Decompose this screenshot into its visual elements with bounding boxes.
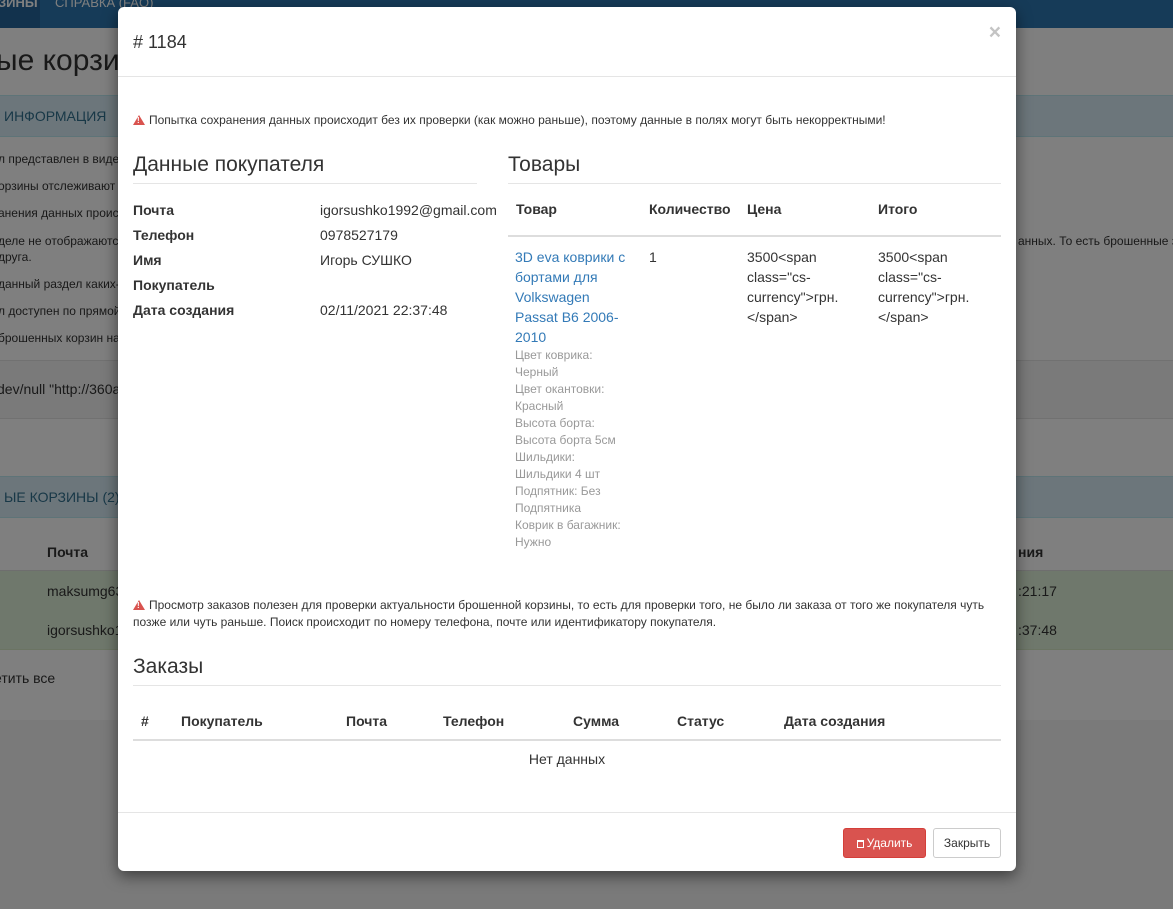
field-label: Покупатель <box>133 277 215 293</box>
option-line: Шильдики: <box>515 450 575 464</box>
goods-section-title: Товары <box>508 153 1001 184</box>
trash-icon <box>856 840 864 848</box>
buyer-email-value: igorsushko1992@gmail.com <box>320 202 497 218</box>
option-line: Подпятника <box>515 501 582 515</box>
column-header-quantity: Количество <box>649 201 731 217</box>
modal-footer: Удалить Закрыть <box>118 812 1016 872</box>
product-total: 3500<span class="cs-currency">грн.</span… <box>878 249 970 325</box>
column-header-status: Статус <box>677 713 725 729</box>
option-line: Нужно <box>515 535 552 549</box>
goods-header-divider <box>508 235 1001 237</box>
product-quantity: 1 <box>649 249 657 265</box>
option-line: Красный <box>515 399 564 413</box>
option-line: Черный <box>515 365 559 379</box>
warning-icon <box>133 600 145 610</box>
orders-warning: Просмотр заказов полезен для проверки ак… <box>133 597 1001 631</box>
column-header-mail: Почта <box>346 713 388 729</box>
field-label: Имя <box>133 252 162 268</box>
delete-button[interactable]: Удалить <box>843 828 926 858</box>
save-warning: Попытка сохранения данных происходит без… <box>133 112 1003 129</box>
column-header-phone: Телефон <box>443 713 505 729</box>
product-link[interactable]: 3D eva коврики с бортами для Volkswagen … <box>515 247 635 347</box>
option-line: Высота борта 5см <box>515 433 616 447</box>
close-button[interactable]: Закрыть <box>933 828 1001 858</box>
column-header-sum: Сумма <box>573 713 620 729</box>
option-line: Шильдики 4 шт <box>515 467 601 481</box>
close-icon[interactable]: × <box>989 21 1001 45</box>
column-header-customer: Покупатель <box>181 713 263 729</box>
column-header-number: # <box>141 713 149 729</box>
product-price: 3500<span class="cs-currency">грн.</span… <box>747 249 839 325</box>
option-line: Коврик в багажник: <box>515 518 621 532</box>
cart-details-modal: # 1184 × Попытка сохранения данных проис… <box>118 7 1016 871</box>
warning-icon <box>133 115 145 125</box>
column-header-created: Дата создания <box>784 713 886 729</box>
column-header-product: Товар <box>516 201 557 217</box>
orders-section-title: Заказы <box>133 655 1001 686</box>
orders-header-divider <box>133 739 1001 741</box>
buyer-created-value: 02/11/2021 22:37:48 <box>320 302 448 318</box>
field-label: Телефон <box>133 227 195 243</box>
column-header-total: Итого <box>878 201 918 217</box>
field-label: Дата создания <box>133 302 235 318</box>
option-line: Цвет окантовки: <box>515 382 605 396</box>
buyer-section-title: Данные покупателя <box>133 153 477 184</box>
column-header-price: Цена <box>747 201 782 217</box>
option-line: Высота борта: <box>515 416 595 430</box>
modal-header: # 1184 × <box>118 7 1016 77</box>
modal-title: # 1184 <box>133 32 187 52</box>
product-options: Цвет коврика: Черный Цвет окантовки: Кра… <box>515 347 635 551</box>
buyer-name-value: Игорь СУШКО <box>320 252 412 268</box>
orders-empty-message: Нет данных <box>528 751 606 767</box>
option-line: Цвет коврика: <box>515 348 593 362</box>
buyer-phone-value: 0978527179 <box>320 227 398 243</box>
field-label: Почта <box>133 202 175 218</box>
option-line: Подпятник: Без <box>515 484 601 498</box>
